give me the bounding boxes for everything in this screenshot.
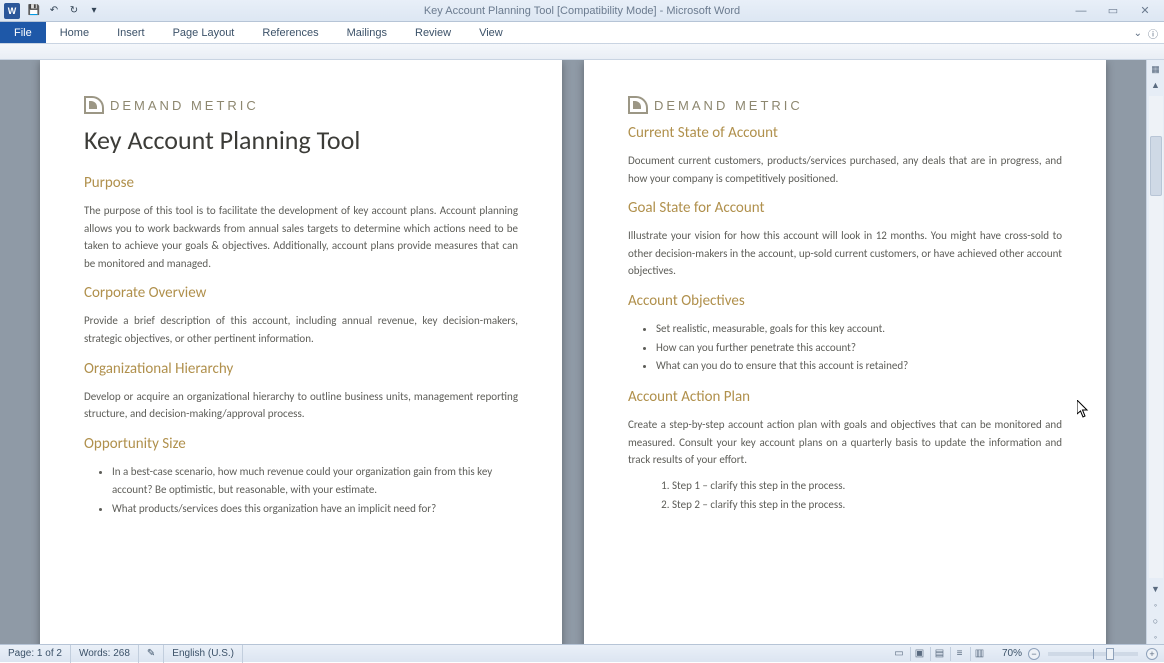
save-icon[interactable]: 💾 [25, 2, 43, 20]
heading-org-hierarchy: Organizational Hierarchy [84, 360, 518, 378]
tab-insert[interactable]: Insert [103, 22, 159, 43]
document-page-1[interactable]: DEMAND METRIC Key Account Planning Tool … [40, 60, 562, 644]
brand-header: DEMAND METRIC [628, 96, 1062, 114]
paragraph-current-state: Document current customers, products/ser… [628, 152, 1062, 187]
heading-opportunity-size: Opportunity Size [84, 435, 518, 453]
quick-access-toolbar: W 💾 ↶ ↻ ▾ [0, 2, 103, 20]
paragraph-goal-state: Illustrate your vision for how this acco… [628, 227, 1062, 280]
view-web-layout-icon[interactable]: ▤ [930, 647, 948, 661]
redo-icon[interactable]: ↻ [65, 2, 83, 20]
heading-goal-state: Goal State for Account [628, 199, 1062, 217]
close-button[interactable]: ✕ [1136, 4, 1154, 18]
list-item: Step 2 – clarify this step in the proces… [672, 496, 1062, 515]
opportunity-list: In a best-case scenario, how much revenu… [112, 463, 518, 519]
scroll-down-icon[interactable]: ▼ [1149, 582, 1163, 596]
zoom-percent[interactable]: 70% [998, 648, 1026, 659]
tab-review[interactable]: Review [401, 22, 465, 43]
list-item: How can you further penetrate this accou… [656, 339, 1062, 358]
title-bar: W 💾 ↶ ↻ ▾ Key Account Planning Tool [Com… [0, 0, 1164, 22]
right-side-panel: ▦ ▲ ▼ ◦ ○ ◦ [1146, 60, 1164, 644]
tab-view[interactable]: View [465, 22, 517, 43]
ribbon-tabs: File Home Insert Page Layout References … [0, 22, 1164, 44]
status-language[interactable]: English (U.S.) [164, 645, 243, 663]
next-page-icon[interactable]: ◦ [1149, 630, 1163, 644]
document-title: Key Account Planning Tool [84, 124, 518, 156]
status-bar: Page: 1 of 2 Words: 268 ✎ English (U.S.)… [0, 644, 1164, 662]
paragraph-purpose: The purpose of this tool is to facilitat… [84, 202, 518, 272]
brand-name: DEMAND METRIC [110, 98, 259, 113]
brand-header: DEMAND METRIC [84, 96, 518, 114]
heading-purpose: Purpose [84, 174, 518, 192]
undo-icon[interactable]: ↶ [45, 2, 63, 20]
tab-home[interactable]: Home [46, 22, 103, 43]
view-draft-icon[interactable]: ▥ [970, 647, 988, 661]
qat-customize-icon[interactable]: ▾ [85, 2, 103, 20]
view-full-screen-icon[interactable]: ▣ [910, 647, 928, 661]
tab-mailings[interactable]: Mailings [333, 22, 401, 43]
document-page-2[interactable]: DEMAND METRIC Current State of Account D… [584, 60, 1106, 644]
prev-page-icon[interactable]: ◦ [1149, 598, 1163, 612]
paragraph-corporate-overview: Provide a brief description of this acco… [84, 312, 518, 347]
ribbon-minimize-icon[interactable]: ⌄ [1134, 28, 1142, 39]
brand-logo-icon [84, 96, 104, 114]
zoom-slider[interactable] [1048, 652, 1138, 656]
list-item: What products/services does this organiz… [112, 500, 518, 519]
minimize-button[interactable]: — [1072, 4, 1090, 18]
heading-current-state: Current State of Account [628, 124, 1062, 142]
zoom-out-button[interactable]: − [1028, 648, 1040, 660]
tab-page-layout[interactable]: Page Layout [159, 22, 249, 43]
status-words[interactable]: Words: 268 [71, 645, 139, 663]
status-page[interactable]: Page: 1 of 2 [0, 645, 71, 663]
scroll-up-icon[interactable]: ▲ [1149, 78, 1163, 92]
action-steps-list: Step 1 – clarify this step in the proces… [672, 477, 1062, 514]
browse-object-icon[interactable]: ○ [1149, 614, 1163, 628]
view-print-layout-icon[interactable]: ▭ [890, 647, 908, 661]
paragraph-org-hierarchy: Develop or acquire an organizational hie… [84, 388, 518, 423]
tab-references[interactable]: References [248, 22, 332, 43]
ruler-toggle-icon[interactable]: ▦ [1149, 62, 1163, 76]
proofing-icon: ✎ [147, 648, 155, 659]
word-app-icon[interactable]: W [4, 3, 20, 19]
maximize-button[interactable]: ▭ [1104, 4, 1122, 18]
brand-name: DEMAND METRIC [654, 98, 803, 113]
vertical-scrollbar[interactable] [1149, 96, 1163, 578]
heading-account-objectives: Account Objectives [628, 292, 1062, 310]
heading-corporate-overview: Corporate Overview [84, 284, 518, 302]
list-item: Set realistic, measurable, goals for thi… [656, 320, 1062, 339]
file-tab[interactable]: File [0, 22, 46, 43]
zoom-slider-thumb[interactable] [1106, 648, 1114, 660]
view-outline-icon[interactable]: ≡ [950, 647, 968, 661]
window-title: Key Account Planning Tool [Compatibility… [0, 5, 1164, 17]
list-item: Step 1 – clarify this step in the proces… [672, 477, 1062, 496]
horizontal-ruler[interactable] [0, 44, 1164, 60]
zoom-in-button[interactable]: + [1146, 648, 1158, 660]
help-icon[interactable]: ⓘ [1148, 26, 1158, 41]
paragraph-action-plan: Create a step-by-step account action pla… [628, 416, 1062, 469]
status-proofing[interactable]: ✎ [139, 645, 164, 663]
list-item: What can you do to ensure that this acco… [656, 357, 1062, 376]
objectives-list: Set realistic, measurable, goals for thi… [656, 320, 1062, 376]
list-item: In a best-case scenario, how much revenu… [112, 463, 518, 500]
scrollbar-thumb[interactable] [1150, 136, 1162, 196]
window-controls: — ▭ ✕ [1072, 4, 1164, 18]
heading-action-plan: Account Action Plan [628, 388, 1062, 406]
document-viewport[interactable]: DEMAND METRIC Key Account Planning Tool … [0, 60, 1146, 644]
brand-logo-icon [628, 96, 648, 114]
